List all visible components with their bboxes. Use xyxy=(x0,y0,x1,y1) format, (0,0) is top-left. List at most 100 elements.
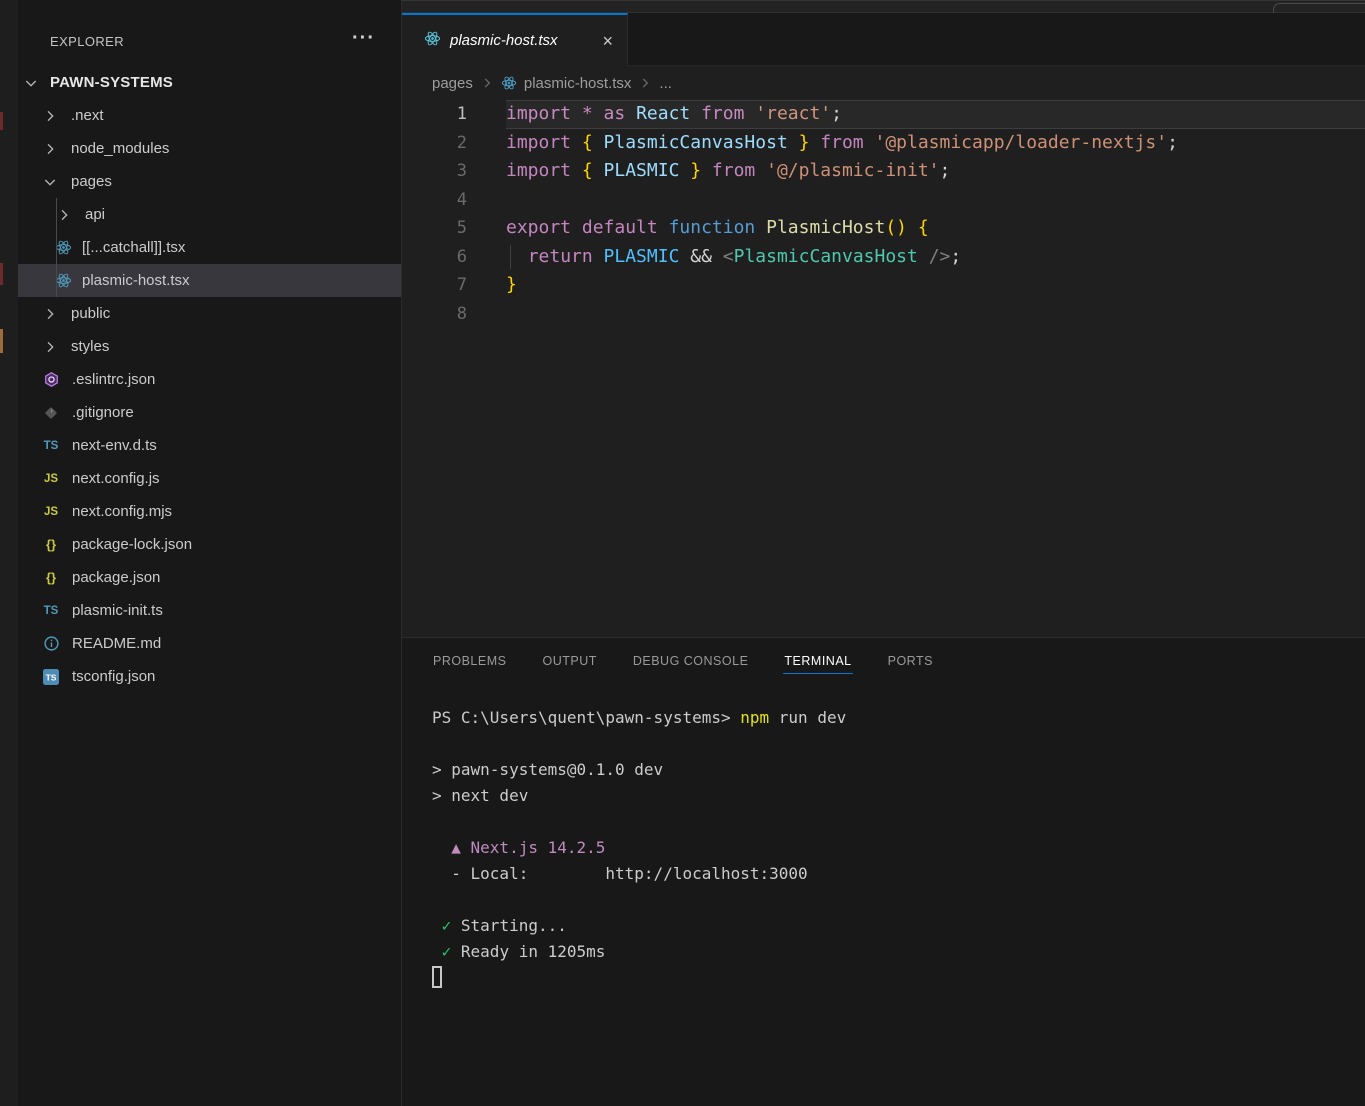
tree-item-eslintrc-json[interactable]: .eslintrc.json xyxy=(18,363,401,396)
tree-root-pawn-systems[interactable]: PAWN-SYSTEMS xyxy=(18,66,401,99)
explorer-sidebar: EXPLORER ··· PAWN-SYSTEMS .next node_modu… xyxy=(18,0,402,1106)
tree-item-public[interactable]: public xyxy=(18,297,401,330)
typescript-icon: TS xyxy=(42,602,60,620)
close-icon[interactable]: × xyxy=(600,32,615,50)
tree-item-catchall-tsx[interactable]: [[...catchall]].tsx xyxy=(18,231,401,264)
line-number: 2 xyxy=(402,129,467,158)
tree-item-label: .next xyxy=(71,107,104,124)
tree-root-label: PAWN-SYSTEMS xyxy=(50,74,173,91)
code-line-2[interactable]: 2import { PlasmicCanvasHost } from '@pla… xyxy=(402,129,1365,158)
more-actions-icon[interactable]: ··· xyxy=(352,27,375,50)
decoration-mark xyxy=(0,263,3,285)
tree-item-next-config-mjs[interactable]: JSnext.config.mjs xyxy=(18,495,401,528)
titlebar-strip xyxy=(402,0,1365,13)
react-icon xyxy=(501,75,517,91)
javascript-icon: JS xyxy=(42,470,60,488)
tree-item-api[interactable]: api xyxy=(18,198,401,231)
tree-item-label: node_modules xyxy=(71,140,169,157)
chevron-right-icon xyxy=(55,206,73,224)
breadcrumb-label: ... xyxy=(659,75,672,92)
editor-tab-bar: plasmic-host.tsx × xyxy=(402,13,1365,66)
code-line-5[interactable]: 5export default function PlasmicHost() { xyxy=(402,214,1365,243)
terminal-line: ✓ Starting... xyxy=(432,913,1365,939)
git-icon xyxy=(42,404,60,422)
tab-plasmic-host[interactable]: plasmic-host.tsx × xyxy=(402,13,628,66)
tree-item-package-lock-json[interactable]: {}package-lock.json xyxy=(18,528,401,561)
terminal-line xyxy=(432,809,1365,835)
terminal-line xyxy=(432,731,1365,757)
tree-item-label: next.config.js xyxy=(72,470,160,487)
code-line-3[interactable]: 3import { PLASMIC } from '@/plasmic-init… xyxy=(402,157,1365,186)
line-number: 6 xyxy=(402,243,467,272)
tree-item-label: next.config.mjs xyxy=(72,503,172,520)
panel-tab-output[interactable]: OUTPUT xyxy=(541,649,597,674)
explorer-header: EXPLORER ··· xyxy=(18,25,401,57)
tree-item-label: api xyxy=(85,206,105,223)
tree-item-gitignore[interactable]: .gitignore xyxy=(18,396,401,429)
react-icon xyxy=(424,30,441,52)
terminal[interactable]: PS C:\Users\quent\pawn-systems> npm run … xyxy=(432,705,1365,991)
decoration-mark xyxy=(0,112,3,130)
breadcrumb-separator-icon xyxy=(638,76,652,90)
tree-item-next-config-js[interactable]: JS next.config.js xyxy=(18,462,401,495)
code-line-1[interactable]: 1import * as React from 'react'; xyxy=(402,100,1365,129)
terminal-line: PS C:\Users\quent\pawn-systems> npm run … xyxy=(432,705,1365,731)
indent-guide xyxy=(510,245,511,270)
bottom-panel: PROBLEMS OUTPUT DEBUG CONSOLE TERMINAL PORTS… xyxy=(402,637,1365,1106)
tab-title: plasmic-host.tsx xyxy=(450,32,558,49)
tree-item-next-env-d-ts[interactable]: TSnext-env.d.ts xyxy=(18,429,401,462)
breadcrumb-item-pages[interactable]: pages xyxy=(432,75,473,92)
tree-item-plasmic-init-ts[interactable]: TSplasmic-init.ts xyxy=(18,594,401,627)
tree-item-label: package-lock.json xyxy=(72,536,192,553)
line-number: 1 xyxy=(402,100,467,129)
tree-item-node-modules[interactable]: node_modules xyxy=(18,132,401,165)
chevron-right-icon xyxy=(41,338,59,356)
terminal-cursor-line xyxy=(432,965,1365,991)
line-number: 5 xyxy=(402,214,467,243)
terminal-line: - Local: http://localhost:3000 xyxy=(432,861,1365,887)
code-line-4[interactable]: 4 xyxy=(402,186,1365,215)
tree-item-label: tsconfig.json xyxy=(72,668,155,685)
panel-tab-problems[interactable]: PROBLEMS xyxy=(432,649,507,674)
tree-item-package-json[interactable]: {}package.json xyxy=(18,561,401,594)
line-number: 8 xyxy=(402,300,467,329)
explorer-title: EXPLORER xyxy=(50,34,124,49)
code-line-8[interactable]: 8 xyxy=(402,300,1365,329)
tree-item-label: styles xyxy=(71,338,109,355)
breadcrumb: pages plasmic-host.tsx... xyxy=(402,66,1365,100)
typescript-icon: TS xyxy=(42,437,60,455)
code-editor[interactable]: 1import * as React from 'react';2import … xyxy=(402,100,1365,637)
tree-indent-guide xyxy=(56,198,57,297)
json-icon: {} xyxy=(42,569,60,587)
tree-item-label: .eslintrc.json xyxy=(72,371,155,388)
code-line-7[interactable]: 7} xyxy=(402,271,1365,300)
code-line-6[interactable]: 6 return PLASMIC && <PlasmicCanvasHost /… xyxy=(402,243,1365,272)
tree-item-pages[interactable]: pages xyxy=(18,165,401,198)
terminal-line: ✓ Ready in 1205ms xyxy=(432,939,1365,965)
tree-item-label: plasmic-host.tsx xyxy=(82,272,190,289)
terminal-cursor xyxy=(432,966,442,988)
tree-item-tsconfig-json[interactable]: TS tsconfig.json xyxy=(18,660,401,693)
panel-tab-ports[interactable]: PORTS xyxy=(887,649,934,674)
editor-area: plasmic-host.tsx × pages plasmic-host.tsx… xyxy=(402,0,1365,1106)
chevron-down-icon xyxy=(41,173,59,191)
breadcrumb-item-[interactable]: ... xyxy=(659,75,672,92)
tree-item-next[interactable]: .next xyxy=(18,99,401,132)
breadcrumb-label: plasmic-host.tsx xyxy=(524,75,632,92)
chevron-right-icon xyxy=(41,107,59,125)
tree-item-label: pages xyxy=(71,173,112,190)
eslint-icon xyxy=(42,371,60,389)
panel-tab-debug-console[interactable]: DEBUG CONSOLE xyxy=(632,649,750,674)
breadcrumb-separator-icon xyxy=(480,76,494,90)
vscode-window: EXPLORER ··· PAWN-SYSTEMS .next node_modu… xyxy=(0,0,1365,1106)
tree-item-plasmic-host-tsx[interactable]: plasmic-host.tsx xyxy=(18,264,401,297)
tree-item-label: public xyxy=(71,305,110,322)
breadcrumb-item-plasmic-host-tsx[interactable]: plasmic-host.tsx xyxy=(501,75,632,92)
terminal-line: > pawn-systems@0.1.0 dev xyxy=(432,757,1365,783)
tree-item-styles[interactable]: styles xyxy=(18,330,401,363)
tree-item-readme-md[interactable]: README.md xyxy=(18,627,401,660)
svg-text:TS: TS xyxy=(46,672,57,682)
panel-tab-terminal[interactable]: TERMINAL xyxy=(783,649,852,674)
terminal-line: ▲ Next.js 14.2.5 xyxy=(432,835,1365,861)
breadcrumb-label: pages xyxy=(432,75,473,92)
